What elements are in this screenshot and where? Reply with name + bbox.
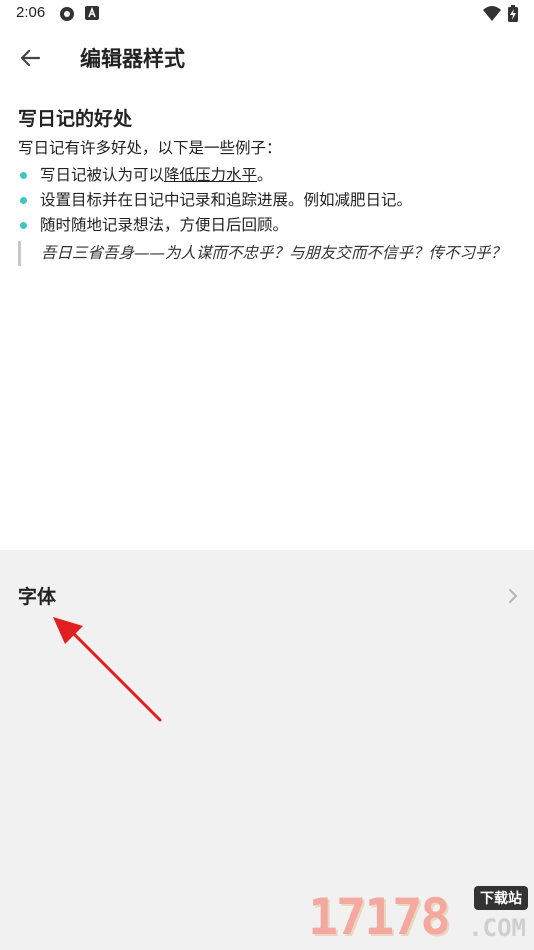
underlined-text: 降低压力水平 — [164, 166, 258, 184]
preview-intro: 写日记有许多好处，以下是一些例子： — [18, 139, 282, 157]
settings-gear-icon — [60, 7, 74, 21]
bullet-dot — [20, 172, 27, 179]
watermark-number: 17178 — [308, 888, 451, 946]
blockquote: 吾日三省吾身——为人谋而不忠乎？与朋友交而不信乎？传不习乎？ — [18, 241, 518, 266]
battery-charging-icon — [508, 5, 518, 22]
bullet-dot — [20, 197, 27, 204]
app-bar: 编辑器样式 — [0, 28, 534, 88]
bullet-text-suffix: 。 — [257, 166, 273, 184]
watermark-domain: .COM — [468, 914, 526, 942]
font-setting-label: 字体 — [18, 586, 57, 608]
chevron-right-icon — [509, 589, 517, 603]
back-arrow-icon[interactable] — [14, 42, 46, 74]
list-item: 随时随地记录想法，方便日后回顾。 — [18, 213, 518, 238]
bullet-text: 写日记被认为可以 — [40, 166, 165, 184]
editor-style-preview: 写日记的好处 写日记有许多好处，以下是一些例子： 写日记被认为可以降低压力水平。… — [18, 104, 518, 266]
preview-heading: 写日记的好处 — [18, 108, 133, 130]
watermark-logo: 17178 下载站 .COM — [308, 884, 530, 946]
bullet-dot — [20, 222, 27, 229]
preview-bullet-list: 写日记被认为可以降低压力水平。 设置目标并在日记中记录和追踪进展。例如减肥日记。… — [18, 163, 518, 238]
list-item: 设置目标并在日记中记录和追踪进展。例如减肥日记。 — [18, 188, 518, 213]
bullet-text: 设置目标并在日记中记录和追踪进展。例如减肥日记。 — [40, 191, 413, 209]
watermark-badge: 下载站 — [474, 886, 528, 910]
wifi-icon — [483, 6, 501, 21]
font-setting-row[interactable]: 字体 — [0, 568, 534, 628]
page-title: 编辑器样式 — [80, 47, 185, 71]
status-bar: 2:06 — [0, 0, 534, 28]
bullet-text: 随时随地记录想法，方便日后回顾。 — [40, 216, 289, 234]
list-item: 写日记被认为可以降低压力水平。 — [18, 163, 518, 188]
font-a-icon — [85, 6, 99, 20]
status-time: 2:06 — [16, 4, 46, 21]
